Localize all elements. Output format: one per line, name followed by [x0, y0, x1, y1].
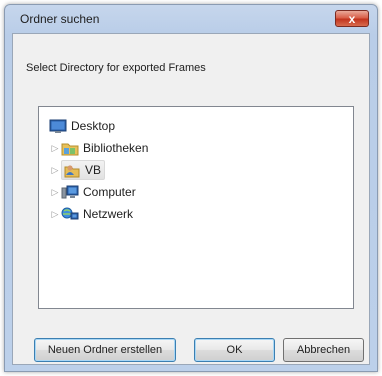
tree-item-netzwerk[interactable]: ▷ Netzwerk	[49, 204, 133, 224]
tree-item-label: VB	[85, 163, 102, 177]
expand-arrow-icon[interactable]: ▷	[49, 208, 61, 220]
tree-item-label: Computer	[83, 185, 136, 199]
dialog-title: Ordner suchen	[20, 12, 100, 26]
close-icon: x	[348, 11, 356, 26]
computer-icon	[61, 184, 79, 200]
tree-item-bibliotheken[interactable]: ▷ Bibliotheken	[49, 138, 148, 158]
tree-item-label: Netzwerk	[83, 207, 134, 221]
tree-item-desktop[interactable]: Desktop	[49, 116, 115, 136]
expand-arrow-icon[interactable]: ▷	[49, 164, 61, 176]
new-folder-button[interactable]: Neuen Ordner erstellen	[34, 338, 176, 362]
ok-button[interactable]: OK	[194, 338, 275, 362]
folder-tree[interactable]: Desktop ▷ Bibliotheken ▷ VB ▷ Computer ▷…	[38, 106, 354, 309]
expand-arrow-icon[interactable]: ▷	[49, 186, 61, 198]
browse-folder-dialog: Ordner suchen x Select Directory for exp…	[4, 4, 378, 372]
expand-arrow-icon[interactable]: ▷	[49, 142, 61, 154]
tree-item-label: Desktop	[71, 119, 116, 133]
dialog-prompt: Select Directory for exported Frames	[26, 62, 206, 74]
close-button[interactable]: x	[335, 10, 369, 27]
dialog-body: Select Directory for exported Frames Des…	[12, 33, 370, 365]
desktop-icon	[49, 118, 67, 134]
title-bar[interactable]: Ordner suchen x	[5, 5, 377, 33]
selection-highlight: VB	[61, 160, 106, 180]
tree-item-label: Bibliotheken	[83, 141, 149, 155]
user-folder-icon	[63, 162, 81, 178]
tree-item-vb[interactable]: ▷ VB	[49, 160, 106, 180]
libraries-icon	[61, 140, 79, 156]
network-icon	[61, 206, 79, 222]
cancel-button[interactable]: Abbrechen	[283, 338, 364, 362]
tree-item-computer[interactable]: ▷ Computer	[49, 182, 136, 202]
